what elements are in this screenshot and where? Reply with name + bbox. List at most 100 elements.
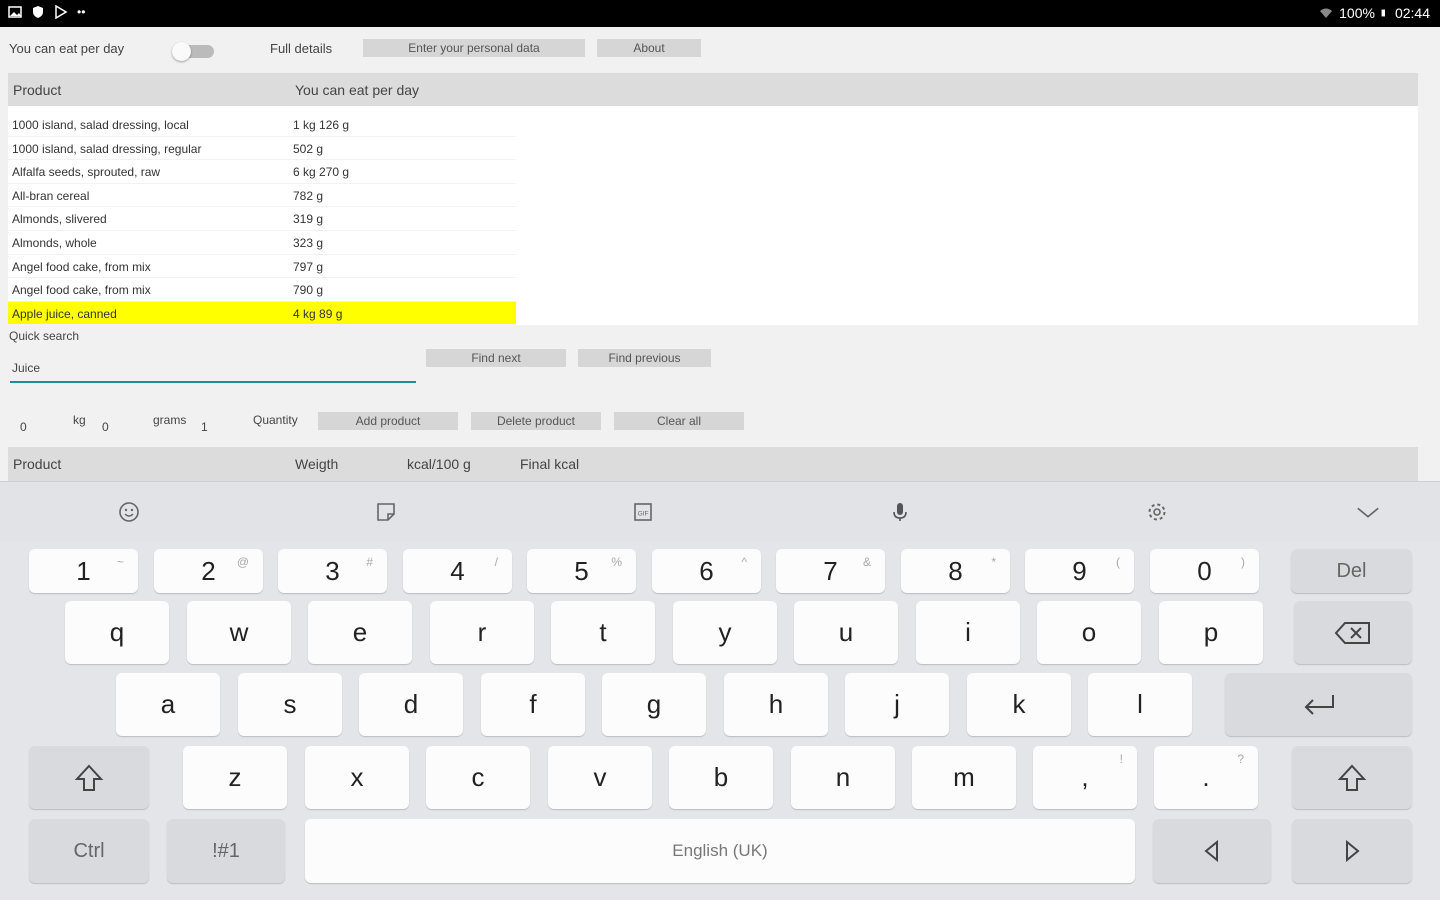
key-r[interactable]: r [430,601,534,664]
key-5[interactable]: 5% [527,549,636,593]
sticker-icon[interactable] [373,499,399,525]
quick-search-input[interactable] [10,355,416,383]
microphone-icon[interactable] [887,499,913,525]
key-g[interactable]: g [602,673,706,736]
shield-icon [33,6,43,18]
arrow-right-icon[interactable] [1292,819,1412,883]
key-w[interactable]: w [187,601,291,664]
row-product: Almonds, slivered [12,212,107,227]
product-table-header: Product You can eat per day [8,73,1418,106]
table-row[interactable]: Almonds, slivered 319 g [8,207,1418,231]
full-details-label[interactable]: Full details [270,41,332,56]
key-c[interactable]: c [426,746,530,809]
key-c-label: c [471,762,485,792]
key-comma-label: , [1081,762,1089,792]
key-o[interactable]: o [1037,601,1141,664]
key-a[interactable]: a [116,673,220,736]
table-row[interactable]: Apple juice, canned 4 kg 89 g [8,301,1418,326]
key-d[interactable]: d [359,673,463,736]
key-g-label: g [646,689,662,719]
row-product: 1000 island, salad dressing, regular [12,141,202,156]
table-row[interactable]: Alfalfa seeds, sprouted, raw 6 kg 270 g [8,160,1418,184]
key-comma[interactable]: ,! [1033,746,1137,809]
key-t[interactable]: t [551,601,655,664]
enter-icon[interactable] [1225,673,1412,736]
key-e[interactable]: e [308,601,412,664]
table-row[interactable]: 1000 island, salad dressing, local 1 kg 1… [8,113,1418,137]
more-notifications-icon: •• [77,5,86,19]
about-button[interactable]: About [597,39,701,57]
arrow-left-icon[interactable] [1153,819,1271,883]
table-row[interactable]: 1000 island, salad dressing, regular 502 … [8,137,1418,161]
table-row[interactable]: Angel food cake, from mix 797 g [8,255,1418,279]
hide-keyboard-chevron-down-icon[interactable] [1355,499,1381,525]
key-x[interactable]: x [305,746,409,809]
key-3[interactable]: 3 # [278,549,387,593]
add-product-button[interactable]: Add product [318,412,458,430]
shift-right-icon[interactable] [1292,746,1412,809]
enter-personal-data-button[interactable]: Enter your personal data [363,39,585,57]
emoji-icon[interactable] [116,499,142,525]
delete-product-button[interactable]: Delete product [471,412,601,430]
col-weight: Weigth [295,456,339,472]
row-amount: 797 g [293,259,324,274]
key-l[interactable]: l [1088,673,1192,736]
key-f[interactable]: f [481,673,585,736]
key-period[interactable]: .? [1154,746,1258,809]
key-s[interactable]: s [238,673,342,736]
key-k-label: k [1012,689,1026,719]
key-h[interactable]: h [724,673,828,736]
table-row[interactable]: Almonds, whole 323 g [8,231,1418,255]
key-z[interactable]: z [183,746,287,809]
quantity-input[interactable]: 1 [201,420,208,434]
key-b[interactable]: b [669,746,773,809]
wifi-icon [1320,8,1333,18]
clear-all-button[interactable]: Clear all [614,412,744,430]
key-8[interactable]: 8 * [901,549,1010,593]
settings-gear-icon[interactable] [1144,499,1170,525]
find-next-button[interactable]: Find next [426,349,566,367]
key-0[interactable]: 0) [1150,549,1259,593]
key-4[interactable]: 4/ [403,549,512,593]
key-p[interactable]: p [1159,601,1263,664]
grams-input[interactable]: 0 [102,420,109,434]
key-7[interactable]: 7 & [776,549,885,593]
table-row[interactable]: Angel food cake, from mix 790 g [8,278,1418,302]
shift-left-icon[interactable] [29,746,149,809]
key-1[interactable]: 1 ~ [29,549,138,593]
clock: 02:44 [1394,5,1430,21]
grams-label: grams [153,413,187,427]
key-6[interactable]: 6 ^ [652,549,761,593]
backspace-icon[interactable] [1294,601,1412,664]
key-i[interactable]: i [916,601,1020,664]
key-j[interactable]: j [845,673,949,736]
key-u[interactable]: u [794,601,898,664]
key-k[interactable]: k [967,673,1071,736]
key-comma-alt-label: ! [1119,752,1123,766]
symbols-key[interactable]: !#1 [167,819,285,883]
ctrl-key[interactable]: Ctrl [29,819,149,883]
kg-input[interactable]: 0 [20,420,27,434]
gif-icon[interactable]: GIF [630,499,656,525]
product-table[interactable]: Product You can eat per day 1000 island,… [8,73,1418,326]
key-period-label: . [1202,762,1210,792]
space-key[interactable]: English (UK) [305,819,1135,883]
quantity-label: Quantity [253,413,298,427]
del-key[interactable]: Del [1291,549,1412,593]
col-kcal: kcal/100 g [407,456,471,472]
key-j-label: j [894,689,900,719]
find-previous-button[interactable]: Find previous [578,349,711,367]
svg-text:GIF: GIF [638,511,649,518]
eat-per-day-toggle[interactable] [172,42,216,61]
key-y[interactable]: y [673,601,777,664]
key-n[interactable]: n [791,746,895,809]
table-row[interactable]: All-bran cereal 782 g [8,184,1418,208]
key-n-label: n [835,762,851,792]
key-9[interactable]: 9( [1025,549,1134,593]
key-v[interactable]: v [548,746,652,809]
key-q[interactable]: q [65,601,169,664]
row-product: 1000 island, salad dressing, local [12,118,189,132]
key-m[interactable]: m [912,746,1016,809]
key-2[interactable]: 2 @ [154,549,263,593]
key-x-label: x [350,762,364,792]
